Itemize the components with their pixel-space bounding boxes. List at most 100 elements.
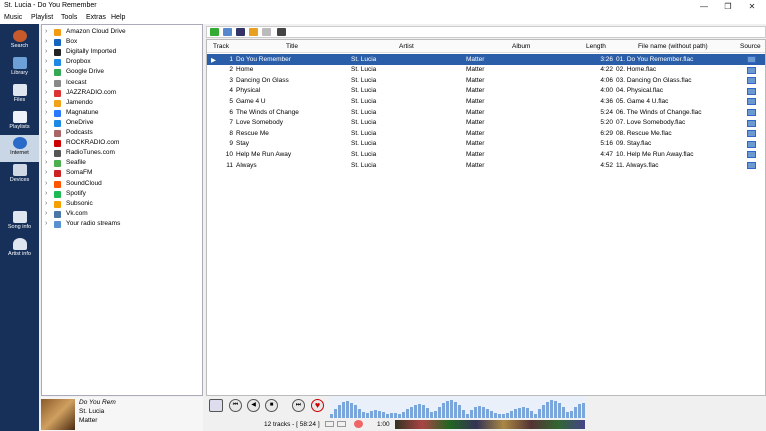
menu-tools[interactable]: Tools xyxy=(61,14,77,21)
table-row[interactable]: 3 Dancing On Glass St. Lucia Matter 4:06 03. … xyxy=(207,75,765,86)
service-item[interactable]: › Amazon Cloud Drive xyxy=(42,27,202,37)
undo-icon[interactable] xyxy=(249,28,258,36)
service-item[interactable]: › Magnatune xyxy=(42,108,202,118)
scrobble-icon[interactable] xyxy=(354,420,363,428)
table-row[interactable]: 10 Help Me Run Away St. Lucia Matter 4:47 10.… xyxy=(207,149,765,160)
track-number: 8 xyxy=(229,129,233,137)
col-title[interactable]: Title xyxy=(286,43,298,50)
chevron-right-icon[interactable]: › xyxy=(45,57,47,67)
chevron-right-icon[interactable]: › xyxy=(45,108,47,118)
service-item[interactable]: › ROCKRADIO.com xyxy=(42,138,202,148)
menu-playlist[interactable]: Playlist xyxy=(31,14,53,21)
table-row[interactable]: 6 The Winds of Change St. Lucia Matter 5:24 0… xyxy=(207,107,765,118)
table-row[interactable]: 8 Rescue Me St. Lucia Matter 6:29 08. Rescue … xyxy=(207,128,765,139)
nav-playlists[interactable]: Playlists xyxy=(0,109,39,136)
save-icon[interactable] xyxy=(236,28,245,36)
col-source[interactable]: Source xyxy=(740,43,761,50)
track-number: 3 xyxy=(229,76,233,84)
seek-bar[interactable] xyxy=(395,420,585,429)
chevron-right-icon[interactable]: › xyxy=(45,138,47,148)
chevron-right-icon[interactable]: › xyxy=(45,47,47,57)
service-item[interactable]: › Box xyxy=(42,37,202,47)
chevron-right-icon[interactable]: › xyxy=(45,179,47,189)
spectrum-bar xyxy=(554,401,557,418)
service-item[interactable]: › Jamendo xyxy=(42,98,202,108)
table-row[interactable]: 4 Physical St. Lucia Matter 4:00 04. Physical… xyxy=(207,86,765,97)
table-row[interactable]: 2 Home St. Lucia Matter 4:22 02. Home.flac xyxy=(207,65,765,76)
playlist-tab-icon[interactable] xyxy=(277,28,286,36)
minimize-button[interactable]: — xyxy=(692,1,716,12)
service-item[interactable]: › RadioTunes.com xyxy=(42,148,202,158)
table-row[interactable]: 11 Always St. Lucia Matter 4:52 11. Always.fl… xyxy=(207,160,765,171)
chevron-right-icon[interactable]: › xyxy=(45,78,47,88)
chevron-right-icon[interactable]: › xyxy=(45,199,47,209)
add-icon[interactable] xyxy=(210,28,219,36)
maximize-button[interactable]: ❐ xyxy=(716,1,740,12)
chevron-right-icon[interactable]: › xyxy=(45,67,47,77)
spectrum-bar xyxy=(450,400,453,418)
service-item[interactable]: › Seafile xyxy=(42,158,202,168)
track-album: Matter xyxy=(466,140,485,148)
shuffle-icon[interactable] xyxy=(325,421,334,427)
chevron-right-icon[interactable]: › xyxy=(45,128,47,138)
chevron-right-icon[interactable]: › xyxy=(45,27,47,37)
col-length[interactable]: Length xyxy=(586,43,606,50)
chevron-right-icon[interactable]: › xyxy=(45,189,47,199)
track-number: 5 xyxy=(229,97,233,105)
nav-song-info[interactable]: Song info xyxy=(0,209,39,236)
chevron-right-icon[interactable]: › xyxy=(45,219,47,229)
service-item[interactable]: › Icecast xyxy=(42,78,202,88)
col-track[interactable]: Track xyxy=(213,43,229,50)
load-playlist-icon[interactable] xyxy=(223,28,232,36)
service-label: Seafile xyxy=(66,159,86,167)
service-item[interactable]: › Your radio streams xyxy=(42,219,202,229)
file-source-icon xyxy=(747,98,756,106)
col-album[interactable]: Album xyxy=(512,43,530,50)
menu-music[interactable]: Music xyxy=(4,14,22,21)
nav-files[interactable]: Files xyxy=(0,82,39,109)
chevron-right-icon[interactable]: › xyxy=(45,148,47,158)
chevron-right-icon[interactable]: › xyxy=(45,98,47,108)
repeat-icon[interactable] xyxy=(337,421,346,427)
mini-player-icon[interactable] xyxy=(209,399,223,412)
stop-button[interactable]: ■ xyxy=(265,399,278,412)
service-item[interactable]: › OneDrive xyxy=(42,118,202,128)
chevron-right-icon[interactable]: › xyxy=(45,37,47,47)
chevron-right-icon[interactable]: › xyxy=(45,88,47,98)
next-button[interactable]: ⏭ xyxy=(292,399,305,412)
nav-internet[interactable]: Internet xyxy=(0,135,39,162)
previous-button[interactable]: ⏮ xyxy=(229,399,242,412)
service-item[interactable]: › Podcasts xyxy=(42,128,202,138)
chevron-right-icon[interactable]: › xyxy=(45,158,47,168)
service-item[interactable]: › Vk.com xyxy=(42,209,202,219)
nav-devices[interactable]: Devices xyxy=(0,162,39,189)
menu-extras[interactable]: Extras xyxy=(86,14,106,21)
chevron-right-icon[interactable]: › xyxy=(45,168,47,178)
chevron-right-icon[interactable]: › xyxy=(45,209,47,219)
close-button[interactable]: ✕ xyxy=(740,1,764,12)
col-artist[interactable]: Artist xyxy=(399,43,414,50)
service-item[interactable]: › Digitally Imported xyxy=(42,47,202,57)
love-button[interactable]: ♥ xyxy=(311,399,324,412)
redo-icon[interactable] xyxy=(262,28,271,36)
service-item[interactable]: › Spotify xyxy=(42,189,202,199)
nav-search[interactable]: Search xyxy=(0,28,39,55)
menu-help[interactable]: Help xyxy=(111,14,125,21)
table-row[interactable]: 5 Game 4 U St. Lucia Matter 4:36 05. Game 4 U… xyxy=(207,96,765,107)
track-filename: 04. Physical.flac xyxy=(616,87,663,95)
col-filename[interactable]: File name (without path) xyxy=(638,43,708,50)
chevron-right-icon[interactable]: › xyxy=(45,118,47,128)
table-row[interactable]: ▶ 1 Do You Remember St. Lucia Matter 3:26 01. … xyxy=(207,54,765,65)
service-item[interactable]: › Google Drive xyxy=(42,67,202,77)
table-row[interactable]: 7 Love Somebody St. Lucia Matter 5:20 07. Lov… xyxy=(207,118,765,129)
nav-artist-info[interactable]: Artist info xyxy=(0,236,39,263)
service-item[interactable]: › Dropbox xyxy=(42,57,202,67)
nav-library[interactable]: Library xyxy=(0,55,39,82)
play-button[interactable]: ◀ xyxy=(247,399,260,412)
service-item[interactable]: › SomaFM xyxy=(42,168,202,178)
service-item[interactable]: › SoundCloud xyxy=(42,179,202,189)
track-length: 4:00 xyxy=(600,87,613,95)
service-item[interactable]: › Subsonic xyxy=(42,199,202,209)
service-item[interactable]: › JAZZRADIO.com xyxy=(42,88,202,98)
table-row[interactable]: 9 Stay St. Lucia Matter 5:16 09. Stay.flac xyxy=(207,139,765,150)
